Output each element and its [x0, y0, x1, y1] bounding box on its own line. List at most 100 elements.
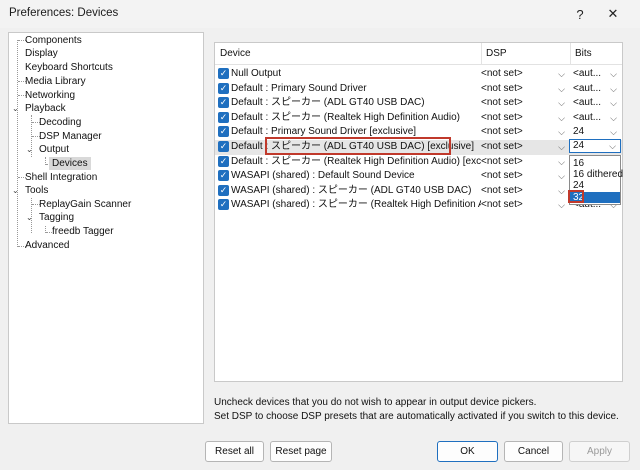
- dsp-select[interactable]: <not set> ⌵: [481, 82, 569, 96]
- device-name: WASAPI (shared) : Default Sound Device: [231, 170, 415, 182]
- enabled-checkbox[interactable]: ✓: [218, 155, 229, 167]
- chevron-down-icon: ⌵: [558, 112, 565, 123]
- tree-item-freedb-tagger[interactable]: freedb Tagger: [52, 225, 114, 238]
- tree-item-shell-integration[interactable]: Shell Integration: [25, 171, 97, 184]
- device-name: Default : スピーカー (Realtek High Definition…: [231, 155, 481, 167]
- annotation-highlight-box: [265, 137, 451, 155]
- chevron-down-icon: ⌵: [558, 83, 565, 94]
- enabled-checkbox[interactable]: ✓: [218, 199, 229, 211]
- dsp-value: <not set>: [481, 199, 523, 211]
- dsp-select[interactable]: <not set> ⌵: [481, 140, 569, 154]
- enabled-checkbox[interactable]: ✓: [218, 184, 229, 196]
- tree-item-tools[interactable]: Tools: [25, 184, 48, 197]
- dropdown-option-16[interactable]: 16: [570, 158, 620, 169]
- tree-item-replaygain-scanner[interactable]: ReplayGain Scanner: [39, 198, 131, 211]
- dsp-select[interactable]: <not set> ⌵: [481, 169, 569, 183]
- hint-text: Set DSP to choose DSP presets that are a…: [214, 411, 619, 422]
- dsp-select[interactable]: <not set> ⌵: [481, 67, 569, 81]
- chevron-down-icon: ⌵: [610, 112, 617, 123]
- column-header-bits[interactable]: Bits: [570, 43, 592, 65]
- chevron-down-icon: ⌵: [610, 83, 617, 94]
- dropdown-option-16-dithered[interactable]: 16 dithered: [570, 169, 623, 180]
- apply-button[interactable]: Apply: [569, 441, 630, 462]
- window-title: Preferences: Devices: [9, 7, 119, 19]
- cancel-button[interactable]: Cancel: [504, 441, 563, 462]
- device-row[interactable]: ✓ Default : スピーカー (Realtek High Definiti…: [215, 111, 622, 126]
- device-name: Default : スピーカー (Realtek High Definition…: [231, 111, 460, 123]
- device-name: Default : Primary Sound Driver: [231, 82, 367, 94]
- enabled-checkbox[interactable]: ✓: [218, 82, 229, 94]
- enabled-checkbox[interactable]: ✓: [218, 141, 229, 152]
- device-row[interactable]: ✓ WASAPI (shared) : スピーカー (ADL GT40 USB …: [215, 184, 622, 199]
- dsp-value: <not set>: [481, 111, 523, 123]
- dsp-select[interactable]: <not set> ⌵: [481, 111, 569, 125]
- close-icon[interactable]: ✕: [598, 3, 628, 25]
- device-name: Null Output: [231, 68, 282, 79]
- bits-select[interactable]: <aut... ⌵: [571, 96, 621, 110]
- expanded-chevron-icon[interactable]: ⌄: [26, 211, 33, 224]
- device-row[interactable]: ✓ Default : スピーカー (Realtek High Definiti…: [215, 155, 622, 170]
- enabled-checkbox[interactable]: ✓: [218, 170, 229, 182]
- reset-page-button[interactable]: Reset page: [270, 441, 332, 462]
- enabled-checkbox[interactable]: ✓: [218, 111, 229, 123]
- tree-item-advanced[interactable]: Advanced: [25, 239, 69, 252]
- dsp-select[interactable]: <not set> ⌵: [481, 125, 569, 139]
- annotation-highlight-box: [568, 190, 584, 203]
- tree-item-devices[interactable]: Devices: [49, 157, 91, 170]
- chevron-down-icon: ⌵: [558, 171, 565, 182]
- dsp-value: <not set>: [481, 82, 523, 94]
- tree-item-media-library[interactable]: Media Library: [25, 75, 86, 88]
- enabled-checkbox[interactable]: ✓: [218, 97, 229, 109]
- tree-item-tagging[interactable]: Tagging: [39, 211, 74, 224]
- device-row[interactable]: ✓ WASAPI (shared) : Default Sound Device…: [215, 169, 622, 184]
- bits-combo-active[interactable]: 24 ⌵: [569, 139, 621, 153]
- dsp-select[interactable]: <not set> ⌵: [481, 198, 569, 212]
- dsp-select[interactable]: <not set> ⌵: [481, 184, 569, 198]
- column-header-device[interactable]: Device: [215, 43, 251, 65]
- device-name: WASAPI (shared) : スピーカー (Realtek High De…: [231, 199, 481, 211]
- ok-button[interactable]: OK: [437, 441, 498, 462]
- enabled-checkbox[interactable]: ✓: [218, 68, 229, 79]
- reset-all-button[interactable]: Reset all: [205, 441, 264, 462]
- help-icon[interactable]: ?: [565, 3, 595, 25]
- bits-select[interactable]: <aut... ⌵: [571, 67, 621, 81]
- bits-value: <aut...: [573, 68, 602, 79]
- expanded-chevron-icon[interactable]: ⌄: [26, 143, 33, 156]
- expanded-chevron-icon[interactable]: ⌄: [12, 184, 19, 197]
- tree-item-decoding[interactable]: Decoding: [39, 116, 81, 129]
- hint-text: Uncheck devices that you do not wish to …: [214, 397, 537, 408]
- bits-select[interactable]: 24 ⌵: [571, 125, 621, 139]
- chevron-down-icon: ⌵: [558, 156, 565, 167]
- tree-item-keyboard-shortcuts[interactable]: Keyboard Shortcuts: [25, 61, 113, 74]
- device-row[interactable]: ✓ Default : Primary Sound Driver <not se…: [215, 82, 622, 97]
- device-list[interactable]: Device DSP Bits ✓ Null Output <not set> ⌵…: [214, 42, 623, 382]
- grid-header: Device DSP Bits: [215, 43, 622, 65]
- preferences-tree[interactable]: ⌄ ⌄ ⌄ ⌄ Components Display Keyboard Shor…: [8, 32, 204, 424]
- tree-item-networking[interactable]: Networking: [25, 89, 75, 102]
- tree-item-output[interactable]: Output: [39, 143, 69, 156]
- device-row[interactable]: ✓ Default : スピーカー (ADL GT40 USB DAC) <no…: [215, 96, 622, 111]
- title-bar: Preferences: Devices ? ✕: [0, 0, 640, 28]
- dsp-value: <not set>: [481, 68, 523, 79]
- tree-item-components[interactable]: Components: [25, 34, 82, 47]
- dsp-value: <not set>: [481, 184, 523, 196]
- chevron-down-icon: ⌵: [609, 141, 616, 151]
- bits-value: <aut...: [573, 97, 602, 109]
- tree-item-dsp-manager[interactable]: DSP Manager: [39, 130, 102, 143]
- expanded-chevron-icon[interactable]: ⌄: [12, 102, 19, 115]
- dsp-value: <not set>: [481, 126, 523, 138]
- bits-select[interactable]: <aut... ⌵: [571, 111, 621, 125]
- tree-item-display[interactable]: Display: [25, 47, 58, 60]
- dsp-select[interactable]: <not set> ⌵: [481, 155, 569, 169]
- device-row[interactable]: ✓ WASAPI (shared) : スピーカー (Realtek High …: [215, 198, 622, 213]
- enabled-checkbox[interactable]: ✓: [218, 126, 229, 138]
- chevron-down-icon: ⌵: [558, 98, 565, 109]
- dsp-select[interactable]: <not set> ⌵: [481, 96, 569, 110]
- chevron-down-icon: ⌵: [558, 200, 565, 211]
- chevron-down-icon: ⌵: [610, 98, 617, 109]
- tree-item-playback[interactable]: Playback: [25, 102, 66, 115]
- bits-select[interactable]: <aut... ⌵: [571, 82, 621, 96]
- device-row[interactable]: ✓ Null Output <not set> ⌵ <aut... ⌵: [215, 67, 622, 82]
- column-header-dsp[interactable]: DSP: [481, 43, 507, 65]
- chevron-down-icon: ⌵: [558, 69, 565, 79]
